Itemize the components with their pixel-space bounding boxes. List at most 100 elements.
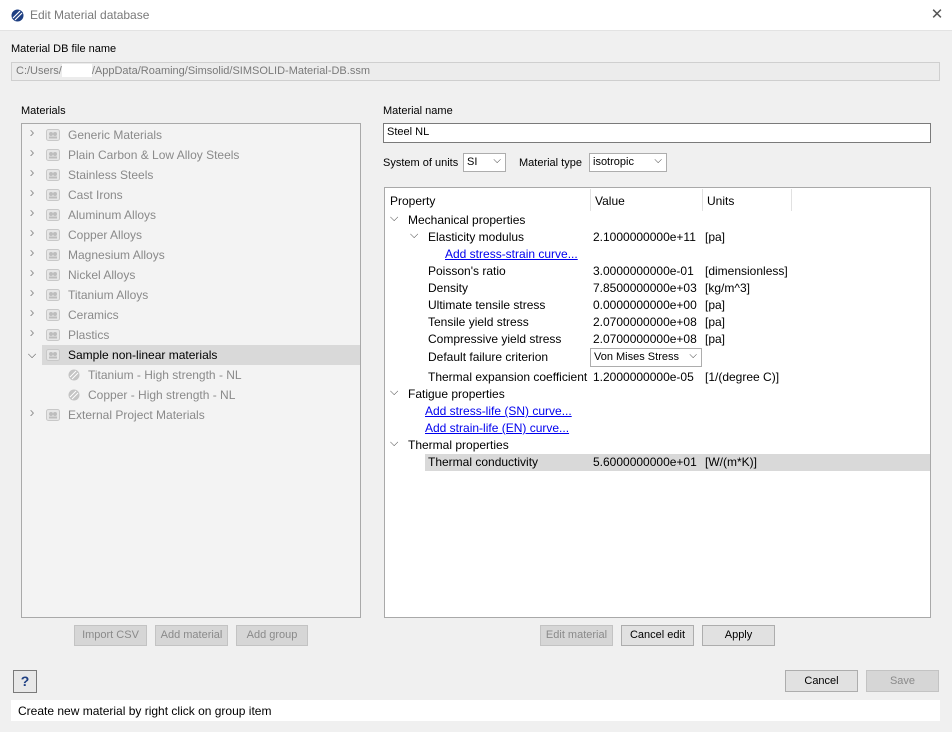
tree-group-item[interactable]: › Generic Materials [22,125,360,145]
property-value[interactable]: 5.6000000000e+01 [593,455,697,469]
add-stress-strain-link[interactable]: Add stress-strain curve... [445,247,578,261]
row-elasticity-modulus[interactable]: ⌵ Elasticity modulus 2.1000000000e+11 [p… [385,229,930,246]
save-button[interactable]: Save [866,670,939,692]
chevron-down-icon: ⌵ [654,155,662,166]
tree-group-item[interactable]: › Nickel Alloys [22,265,360,285]
cancel-edit-button[interactable]: Cancel edit [621,625,694,646]
chevron-right-icon[interactable]: › [26,305,38,320]
chevron-down-icon[interactable]: ⌵ [390,386,398,399]
property-row[interactable]: Poisson's ratio 3.0000000000e-01 [dimensio… [385,263,930,280]
chevron-down-icon[interactable]: ⌵ [390,437,398,450]
tree-group-item[interactable]: ⌵ Sample non-linear materials [22,345,360,365]
property-label: Elasticity modulus [428,230,525,244]
material-icon [68,389,80,401]
help-button[interactable]: ? [13,670,37,693]
material-group-icon [46,129,60,141]
tree-group-item[interactable]: › Stainless Steels [22,165,360,185]
chevron-right-icon[interactable]: › [26,405,38,420]
chevron-right-icon[interactable]: › [26,205,38,220]
material-group-icon [46,329,60,341]
material-group-icon [46,349,60,361]
tree-group-item[interactable]: › Aluminum Alloys [22,205,360,225]
chevron-right-icon[interactable]: › [26,285,38,300]
failure-criterion-select[interactable]: Von Mises Stress ⌵ [590,348,702,367]
tree-group-item[interactable]: › Cast Irons [22,185,360,205]
property-value[interactable]: 3.0000000000e-01 [593,264,694,278]
add-sn-curve-link[interactable]: Add stress-life (SN) curve... [425,404,572,418]
property-value[interactable]: 2.0700000000e+08 [593,332,697,346]
units-value: SI [467,156,478,168]
property-value[interactable]: 2.0700000000e+08 [593,315,697,329]
chevron-right-icon[interactable]: › [26,125,38,140]
file-path-prefix: C:/Users/ [16,65,62,77]
property-value[interactable]: 0.0000000000e+00 [593,298,697,312]
property-units: [pa] [705,298,726,312]
section-fatigue[interactable]: ⌵ Fatigue properties [385,386,930,403]
section-mechanical[interactable]: ⌵ Mechanical properties [385,212,930,229]
materials-tree[interactable]: › Generic Materials › Plain Carbon & Low Al… [21,123,361,618]
chevron-right-icon[interactable]: › [26,185,38,200]
add-en-curve-link[interactable]: Add strain-life (EN) curve... [425,421,569,435]
chevron-right-icon[interactable]: › [26,265,38,280]
chevron-down-icon[interactable]: ⌵ [26,349,38,361]
material-group-icon [46,269,60,281]
property-row[interactable]: Tensile yield stress 2.0700000000e+08 [pa] [385,314,930,331]
tree-group-label: Copper Alloys [68,228,143,242]
chevron-right-icon[interactable]: › [26,325,38,340]
chevron-right-icon[interactable]: › [26,225,38,240]
add-group-button[interactable]: Add group [236,625,308,646]
close-icon[interactable]: ✕ [928,6,946,24]
redacted-username [61,63,92,77]
property-label: Default failure criterion [428,350,549,364]
row-add-stress-strain: Add stress-strain curve... [385,246,930,263]
tree-material-item[interactable]: Titanium - High strength - NL [22,365,360,385]
add-material-button[interactable]: Add material [155,625,228,646]
units-select[interactable]: SI ⌵ [463,153,506,172]
property-value[interactable]: 7.8500000000e+03 [593,281,697,295]
tree-group-label: External Project Materials [68,408,205,422]
file-path-field: C:/Users/ /AppData/Roaming/Simsolid/SIMSO… [11,62,940,81]
tree-group-item[interactable]: › Titanium Alloys [22,285,360,305]
tree-group-label: Magnesium Alloys [68,248,165,262]
property-label: Thermal conductivity [428,455,539,469]
import-csv-button[interactable]: Import CSV [74,625,147,646]
property-row[interactable]: Ultimate tensile stress 0.0000000000e+00 [… [385,297,930,314]
cancel-button[interactable]: Cancel [785,670,858,692]
tree-group-item[interactable]: › Magnesium Alloys [22,245,360,265]
material-group-icon [46,169,60,181]
property-label: Ultimate tensile stress [428,298,546,312]
tree-group-label: Plastics [68,328,110,342]
apply-button[interactable]: Apply [702,625,775,646]
row-thermal-expansion[interactable]: Thermal expansion coefficient 1.20000000… [385,369,930,386]
chevron-down-icon[interactable]: ⌵ [410,229,418,242]
chevron-right-icon[interactable]: › [26,165,38,180]
property-row[interactable]: Compressive yield stress 2.0700000000e+08… [385,331,930,348]
material-name-input[interactable]: Steel NL [383,123,931,143]
material-icon [68,369,80,381]
chevron-down-icon[interactable]: ⌵ [390,212,398,225]
tree-group-label: Aluminum Alloys [68,208,157,222]
tree-group-label: Titanium Alloys [68,288,149,302]
tree-material-item[interactable]: Copper - High strength - NL [22,385,360,405]
tree-group-item[interactable]: › Plain Carbon & Low Alloy Steels [22,145,360,165]
property-value[interactable]: 2.1000000000e+11 [593,230,696,244]
tree-group-item[interactable]: › Copper Alloys [22,225,360,245]
chevron-right-icon[interactable]: › [26,145,38,160]
section-label: Mechanical properties [408,213,526,227]
row-default-failure-criterion[interactable]: Default failure criterion Von Mises Stre… [385,348,930,367]
property-row[interactable]: Density 7.8500000000e+03 [kg/m^3] [385,280,930,297]
material-type-select[interactable]: isotropic ⌵ [589,153,667,172]
tree-group-item[interactable]: › Plastics [22,325,360,345]
edit-material-button[interactable]: Edit material [540,625,613,646]
tree-group-item[interactable]: › Ceramics [22,305,360,325]
tree-group-item[interactable]: › External Project Materials [22,405,360,425]
property-value[interactable]: 1.2000000000e-05 [593,370,694,384]
tree-group-label: Ceramics [68,308,119,322]
tree-group-label: Nickel Alloys [68,268,136,282]
chevron-right-icon[interactable]: › [26,245,38,260]
section-thermal[interactable]: ⌵ Thermal properties [385,437,930,454]
property-label: Density [428,281,469,295]
column-header-value: Value [595,194,625,208]
property-table[interactable]: Property Value Units ⌵ Mechanical proper… [384,187,931,618]
row-thermal-conductivity[interactable]: Thermal conductivity 5.6000000000e+01 [W… [385,454,930,471]
